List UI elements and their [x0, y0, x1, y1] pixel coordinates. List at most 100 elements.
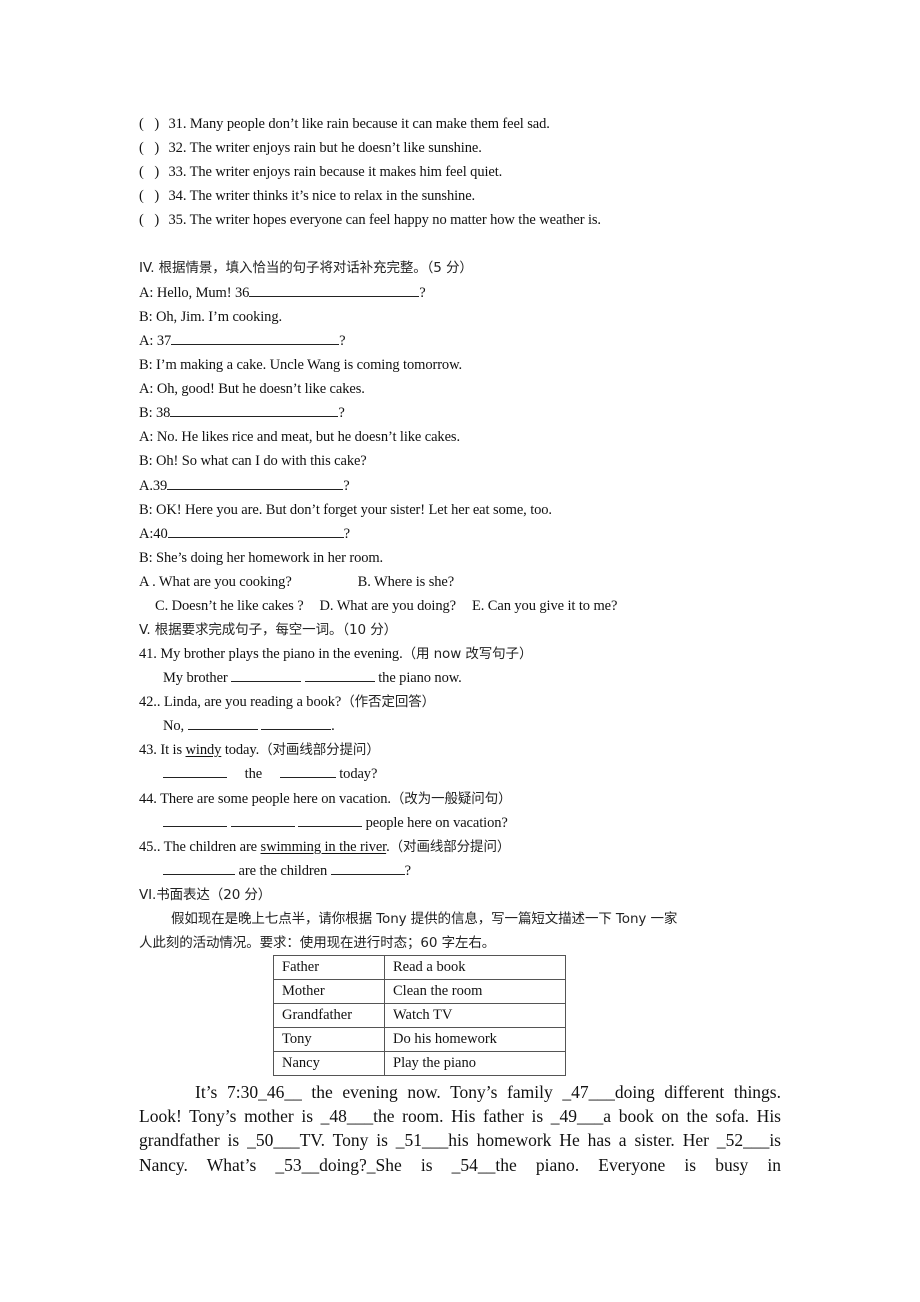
passage-line: It’s 7:30_46__ the evening now. Tony’s f… [195, 1082, 781, 1102]
underlined-phrase: swimming in the river [260, 839, 387, 855]
answer-43: the today? [163, 762, 377, 786]
answer-bracket-open: ( [139, 164, 144, 180]
answer-blank[interactable] [279, 763, 336, 778]
dialogue-line-40: A:40? [139, 522, 350, 546]
dialogue-line-36: A: Hello, Mum! 36? [139, 281, 426, 305]
answer-blank-39[interactable] [167, 475, 344, 490]
answer-blank[interactable] [231, 667, 302, 682]
answer-42: No, . [163, 714, 335, 738]
answer-bracket-open: ( [139, 188, 144, 204]
answer-blank[interactable] [304, 667, 375, 682]
dialogue-text: A: 37 [139, 333, 172, 349]
section-6-heading: VI.书面表达（20 分） [139, 887, 272, 903]
question-text: today. [221, 742, 260, 758]
option-c: C. Doesn’t he like cakes ? [155, 598, 304, 614]
question-text: 44. There are some people here on vacati… [139, 791, 391, 807]
statement-32: ( ) 32. The writer enjoys rain but he do… [139, 136, 482, 160]
dialogue-punct: ? [343, 478, 350, 494]
answer-blank[interactable] [163, 860, 235, 875]
dialogue-line-39: A.39? [139, 474, 350, 498]
question-instruction: （用 now 改写句子） [402, 646, 533, 662]
answer-text: My brother [163, 670, 228, 686]
answer-blank[interactable] [230, 812, 295, 827]
answer-blank[interactable] [163, 763, 227, 778]
passage-line: grandfather is _50___TV. Tony is _51___h… [139, 1130, 781, 1151]
statement-text: 33. The writer enjoys rain because it ma… [168, 164, 503, 180]
person-cell: Grandfather [273, 1003, 385, 1028]
passage-line: Nancy. What’s _53__doing?_She is _54__th… [139, 1154, 781, 1175]
question-text: 41. My brother plays the piano in the ev… [139, 646, 403, 662]
person-cell: Nancy [273, 1051, 385, 1076]
section-5-heading: V. 根据要求完成句子，每空一词。（10 分） [139, 622, 397, 638]
activity-cell: Clean the room [384, 979, 566, 1004]
table-row: Grandfather Watch TV [273, 1003, 566, 1028]
option-a: A . What are you cooking? [139, 574, 292, 590]
table-row: Tony Do his homework [273, 1027, 566, 1052]
answer-bracket-close: ) [154, 212, 160, 228]
answer-41: My brother the piano now. [163, 666, 462, 690]
question-text: 42.. Linda, are you reading a book? [139, 694, 342, 710]
writing-prompt-line-1: 假如现在是晚上七点半，请你根据 Tony 提供的信息，写一篇短文描述一下 Ton… [171, 911, 678, 927]
statement-text: 35. The writer hopes everyone can feel h… [168, 212, 602, 228]
answer-bracket-open: ( [139, 116, 144, 132]
answer-text: the [244, 766, 263, 782]
answer-45: are the children ? [163, 859, 411, 883]
answer-text: are the children [238, 863, 328, 879]
dialogue-text: A: Hello, Mum! 36 [139, 285, 250, 301]
answer-blank[interactable] [298, 812, 363, 827]
statement-text: 31. Many people don’t like rain because … [168, 116, 550, 132]
answer-text: . [331, 718, 335, 734]
answer-text: ? [404, 863, 411, 879]
activity-cell: Do his homework [384, 1027, 566, 1052]
answer-blank[interactable] [163, 812, 227, 827]
question-45: 45.. The children are swimming in the ri… [139, 835, 510, 859]
answer-bracket-close: ) [154, 188, 160, 204]
answer-text: the piano now. [378, 670, 462, 686]
answer-text: No, [163, 718, 185, 734]
question-text: 45.. The children are [139, 839, 261, 855]
answer-blank-37[interactable] [171, 330, 340, 345]
dialogue-line: B: OK! Here you are. But don’t forget yo… [139, 502, 552, 518]
answer-blank-38[interactable] [170, 402, 339, 417]
dialogue-line: A: Oh, good! But he doesn’t like cakes. [139, 381, 365, 397]
answer-blank[interactable] [330, 860, 405, 875]
activity-cell: Watch TV [384, 1003, 566, 1028]
dialogue-text: B: 38 [139, 405, 171, 421]
answer-bracket-open: ( [139, 140, 144, 156]
answer-blank[interactable] [261, 715, 332, 730]
writing-prompt-line-2: 人此刻的活动情况。要求：使用现在进行时态；60 字左右。 [139, 935, 496, 951]
answer-blank[interactable] [187, 715, 258, 730]
question-43: 43. It is windy today.（对画线部分提问） [139, 738, 380, 762]
dialogue-text: A.39 [139, 478, 168, 494]
cloze-passage: It’s 7:30_46__ the evening now. Tony’s f… [139, 1080, 781, 1177]
question-text: 43. It is [139, 742, 186, 758]
answer-blank-36[interactable] [249, 282, 420, 297]
question-instruction: （作否定回答） [341, 694, 436, 710]
activity-cell: Play the piano [384, 1051, 566, 1076]
dialogue-text: A:40 [139, 526, 168, 542]
question-instruction: （对画线部分提问） [259, 742, 380, 758]
answer-text: today? [339, 766, 378, 782]
underlined-word: windy [185, 742, 222, 758]
question-44: 44. There are some people here on vacati… [139, 787, 512, 811]
option-d: D. What are you doing? [319, 598, 457, 614]
question-41: 41. My brother plays the piano in the ev… [139, 642, 532, 666]
dialogue-line-38: B: 38? [139, 401, 345, 425]
dialogue-line: B: Oh, Jim. I’m cooking. [139, 309, 282, 325]
answer-text: people here on vacation? [365, 815, 508, 831]
dialogue-line: A: No. He likes rice and meat, but he do… [139, 429, 460, 445]
answer-bracket-close: ) [154, 116, 160, 132]
answer-44: people here on vacation? [163, 811, 508, 835]
dialogue-punct: ? [343, 526, 350, 542]
dialogue-line: B: Oh! So what can I do with this cake? [139, 453, 367, 469]
dialogue-punct: ? [338, 405, 345, 421]
question-instruction: （对画线部分提问） [389, 839, 511, 855]
statement-33: ( ) 33. The writer enjoys rain because i… [139, 160, 502, 184]
family-activity-table: Father Read a book Mother Clean the room G… [273, 955, 566, 1076]
answer-bracket-close: ) [154, 140, 160, 156]
person-cell: Tony [273, 1027, 385, 1052]
table-row: Mother Clean the room [273, 979, 566, 1004]
dialogue-line: B: She’s doing her homework in her room. [139, 550, 384, 566]
answer-blank-40[interactable] [167, 523, 344, 538]
question-instruction: （改为一般疑问句） [390, 791, 512, 807]
